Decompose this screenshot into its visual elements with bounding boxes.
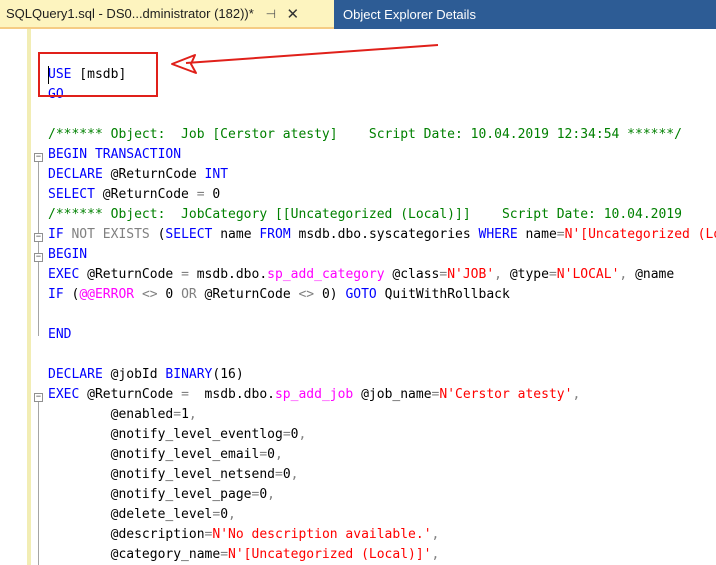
- annotation-arrow-icon: [171, 44, 439, 74]
- ssms-window: SQLQuery1.sql - DS0...dministrator (182)…: [0, 0, 716, 565]
